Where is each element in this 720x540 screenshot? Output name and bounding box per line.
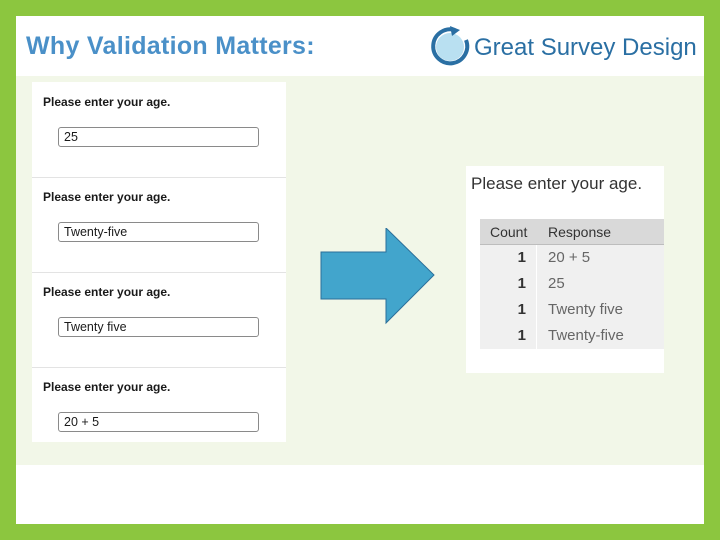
results-title: Please enter your age. [471, 174, 643, 193]
count-cell: 1 [480, 245, 537, 271]
results-table-header: Count Response [480, 219, 664, 245]
response-cell: Twenty-five [548, 327, 624, 344]
survey-form-panel: Please enter your age. 25 Please enter y… [32, 82, 286, 442]
question-block: Please enter your age. 20 + 5 [32, 367, 286, 462]
count-cell: 1 [480, 297, 537, 323]
question-block: Please enter your age. Twenty-five [32, 177, 286, 273]
question-label: Please enter your age. [43, 190, 171, 204]
table-row: 1 Twenty-five [480, 323, 664, 350]
circular-arrow-logo-icon [431, 26, 470, 66]
response-cell: 25 [548, 275, 565, 292]
table-row: 1 Twenty five [480, 297, 664, 324]
table-row: 1 20 + 5 [480, 245, 664, 272]
question-block: Please enter your age. 25 [32, 82, 286, 178]
question-block: Please enter your age. Twenty five [32, 272, 286, 368]
slide-header: Why Validation Matters: Great Survey Des… [16, 16, 704, 76]
table-row: 1 25 [480, 271, 664, 298]
question-label: Please enter your age. [43, 380, 171, 394]
response-cell: Twenty five [548, 301, 624, 318]
results-table: Count Response 1 20 + 5 1 25 1 Twenty fi… [480, 219, 664, 350]
question-label: Please enter your age. [43, 285, 171, 299]
count-cell: 1 [480, 271, 537, 297]
question-label: Please enter your age. [43, 95, 171, 109]
slide: Why Validation Matters: Great Survey Des… [16, 16, 704, 524]
age-input[interactable]: 25 [58, 127, 259, 147]
logo-text: Great Survey Design [474, 34, 697, 61]
age-input[interactable]: 20 + 5 [58, 412, 259, 432]
count-column-header: Count [490, 224, 528, 240]
slide-title: Why Validation Matters: [26, 32, 315, 60]
response-cell: 20 + 5 [548, 249, 591, 266]
count-cell: 1 [480, 323, 537, 349]
age-input[interactable]: Twenty-five [58, 222, 259, 242]
results-panel: Please enter your age. Count Response 1 … [466, 166, 664, 373]
response-column-header: Response [548, 224, 612, 240]
brand-logo: Great Survey Design [428, 22, 704, 70]
right-arrow-icon [320, 228, 435, 325]
age-input[interactable]: Twenty five [58, 317, 259, 337]
